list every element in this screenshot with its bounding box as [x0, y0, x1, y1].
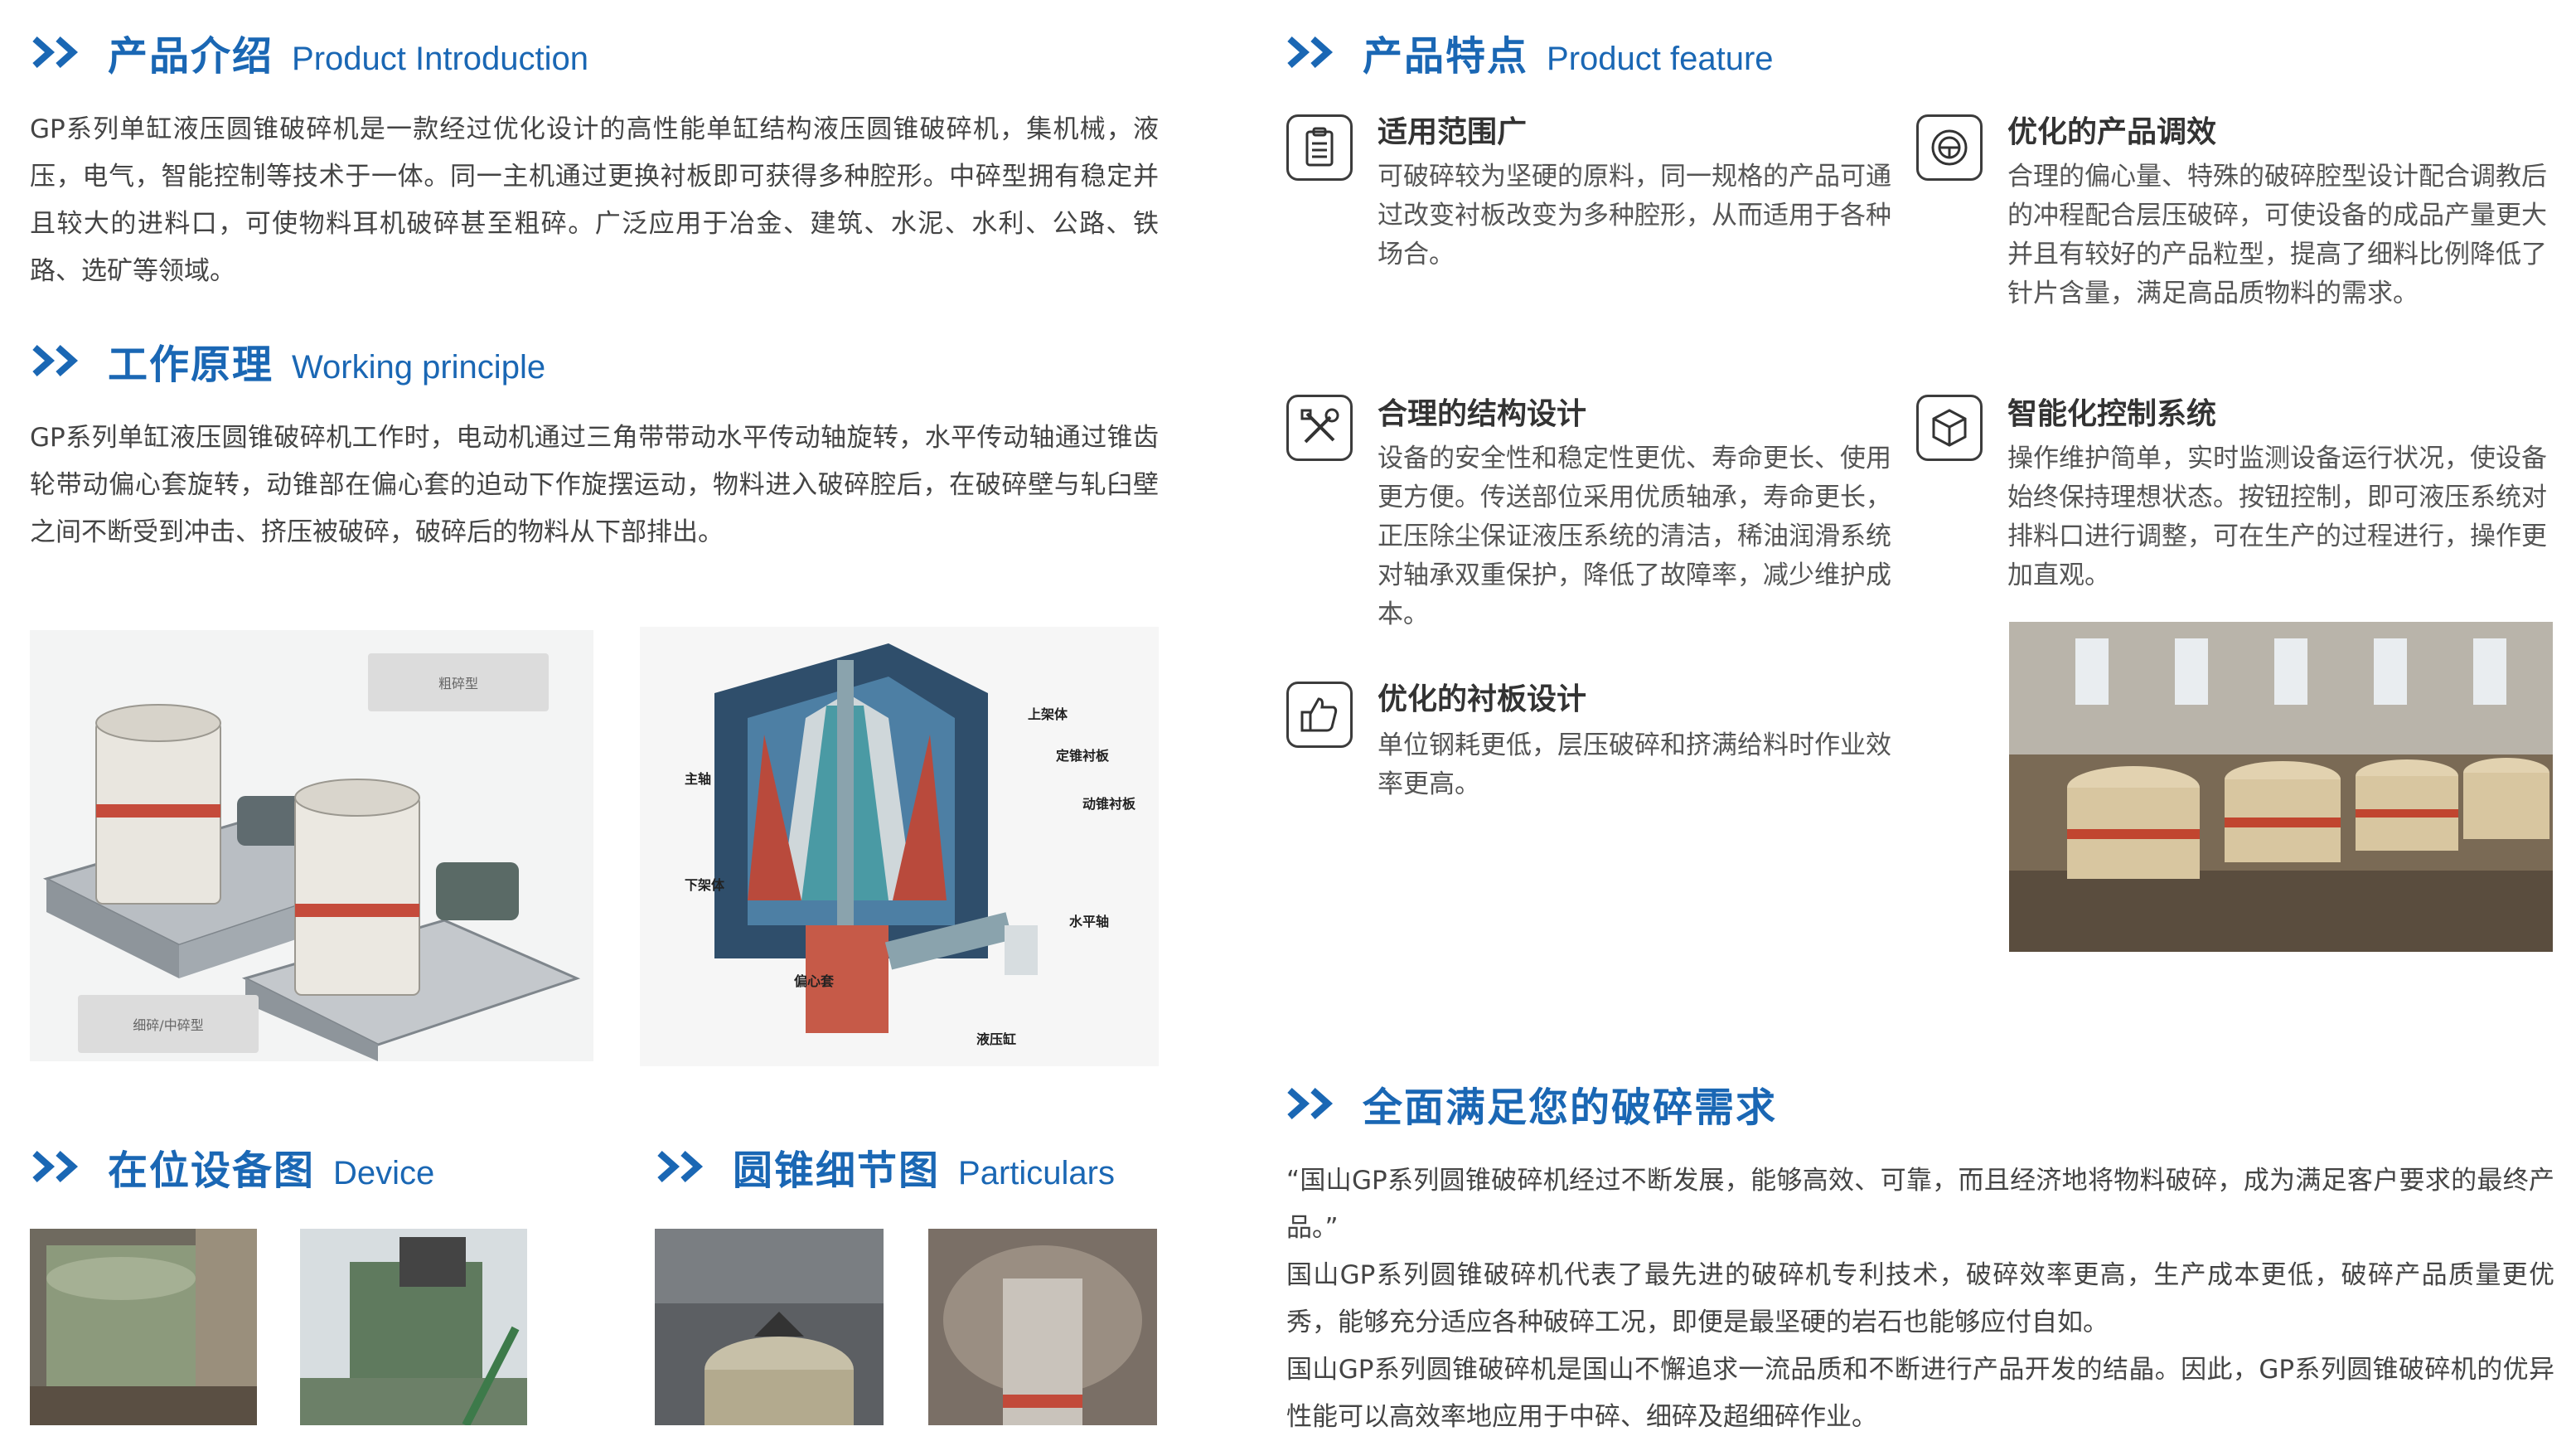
particulars-header: 圆锥细节图 Particulars	[655, 1138, 1115, 1196]
device-header: 在位设备图 Device	[30, 1138, 434, 1196]
needs-paragraph: “国山GP系列圆锥破碎机经过不断发展，能够高效、可靠，而且经济地将物料破碎，成为…	[1286, 1166, 2554, 1243]
principle-title-en: Working principle	[292, 349, 546, 386]
feature-text: 操作维护简单，实时监测设备运行状况，使设备始终保持理想状态。按钮控制，即可液压系…	[2007, 444, 2547, 590]
double-chevron-icon	[30, 1148, 85, 1185]
intro-title-en: Product Introduction	[292, 41, 589, 77]
feature-text: 可破碎较为坚硬的原料，同一规格的产品可通过改变衬板改变为多种腔形，从而适用于各种…	[1378, 162, 1891, 269]
label-fixed-liner: 定锥衬板	[1056, 748, 1110, 764]
double-chevron-icon	[655, 1148, 709, 1185]
feature-title: 合理的结构设计	[1378, 397, 1587, 431]
particulars-photo-1	[655, 1229, 884, 1425]
label-eccentric: 偏心套	[794, 973, 835, 989]
double-chevron-icon	[1285, 1085, 1339, 1122]
coarse-type-tag: 粗碎型	[368, 653, 549, 711]
device-photo-1	[30, 1229, 257, 1425]
label-moving-liner: 动锥衬板	[1082, 796, 1136, 812]
feature-text: 合理的偏心量、特殊的破碎腔型设计配合调教后的冲程配合层压破碎，可使设备的成品产量…	[2007, 162, 2547, 308]
features-header: 产品特点 Product feature	[1285, 23, 1774, 81]
label-lower-frame: 下架体	[685, 877, 725, 893]
device-title-cn: 在位设备图	[108, 1147, 316, 1194]
cube-icon	[1916, 395, 1983, 461]
tools-icon	[1286, 395, 1353, 461]
double-chevron-icon	[30, 34, 85, 70]
label-hydraulic-cylinder: 液压缸	[976, 1031, 1017, 1047]
needs-text: “国山GP系列圆锥破碎机经过不断发展，能够高效、可靠，而且经济地将物料破碎，成为…	[1286, 1157, 2554, 1441]
principle-title-cn: 工作原理	[108, 342, 274, 388]
double-chevron-icon	[30, 342, 85, 379]
particulars-title-en: Particulars	[958, 1155, 1115, 1191]
feature-title: 智能化控制系统	[2007, 397, 2217, 431]
features-title-cn: 产品特点	[1363, 33, 1529, 80]
fine-medium-type-tag: 细碎/中碎型	[78, 995, 259, 1053]
cross-section-image	[640, 627, 1159, 1066]
device-title-en: Device	[333, 1155, 435, 1191]
label-upper-frame: 上架体	[1028, 706, 1068, 722]
feature-title: 优化的产品调效	[2007, 115, 2217, 149]
feature-title: 适用范围广	[1378, 115, 1528, 149]
intro-text: GP系列单缸液压圆锥破碎机是一款经过优化设计的高性能单缸结构液压圆锥破碎机，集机…	[30, 114, 1159, 286]
particulars-title-cn: 圆锥细节图	[733, 1147, 941, 1194]
clipboard-icon	[1286, 114, 1353, 181]
device-photo-2	[300, 1229, 527, 1425]
label-horizontal-shaft: 水平轴	[1069, 914, 1110, 929]
intro-header: 产品介绍 Product Introduction	[30, 23, 588, 81]
feature-title: 优化的衬板设计	[1378, 682, 1587, 716]
particulars-photo-2	[928, 1229, 1157, 1425]
steering-wheel-icon	[1916, 114, 1983, 181]
features-title-en: Product feature	[1547, 41, 1774, 77]
feature-text: 设备的安全性和稳定性更优、寿命更长、使用更方便。传送部位采用优质轴承，寿命更长，…	[1378, 444, 1891, 629]
double-chevron-icon	[1285, 34, 1339, 70]
label-main-shaft: 主轴	[685, 771, 712, 787]
needs-title-cn: 全面满足您的破碎需求	[1363, 1084, 1778, 1131]
needs-paragraph: 国山GP系列圆锥破碎机代表了最先进的破碎机专利技术，破碎效率更高，生产成本更低，…	[1286, 1260, 2554, 1337]
principle-text: GP系列单缸液压圆锥破碎机工作时，电动机通过三角带带动水平传动轴旋转，水平传动轴…	[30, 423, 1159, 547]
thumbs-up-icon	[1286, 682, 1353, 748]
needs-paragraph: 国山GP系列圆锥破碎机是国山不懈追求一流品质和不断进行产品开发的结晶。因此，GP…	[1286, 1355, 2554, 1432]
feature-text: 单位钢耗更低，层压破碎和挤满给料时作业效率更高。	[1378, 730, 1891, 799]
needs-header: 全面满足您的破碎需求	[1285, 1075, 1777, 1133]
intro-title-cn: 产品介绍	[108, 33, 274, 80]
principle-header: 工作原理 Working principle	[30, 332, 545, 390]
factory-photo	[2009, 622, 2553, 952]
